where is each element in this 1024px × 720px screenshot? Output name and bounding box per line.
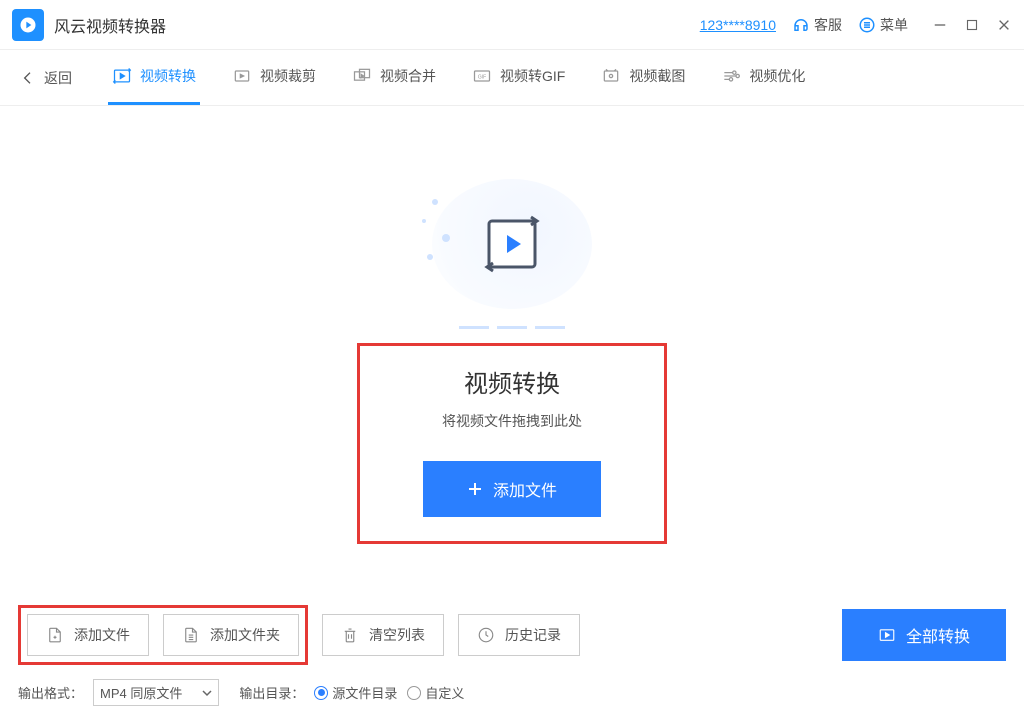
convert-all-button[interactable]: 全部转换 bbox=[842, 609, 1006, 661]
add-file-button[interactable]: 添加文件 bbox=[27, 614, 149, 656]
tab-video-screenshot[interactable]: 视频截图 bbox=[597, 50, 689, 105]
tab-label: 视频合并 bbox=[380, 66, 436, 86]
radio-checked-icon bbox=[314, 686, 328, 700]
tab-label: 视频裁剪 bbox=[260, 66, 316, 86]
radio-custom-dir[interactable]: 自定义 bbox=[407, 683, 464, 702]
button-label: 历史记录 bbox=[505, 625, 561, 645]
tab-video-crop[interactable]: 视频裁剪 bbox=[228, 50, 320, 105]
crop-icon bbox=[232, 66, 252, 86]
highlighted-buttons: 添加文件 添加文件夹 bbox=[18, 605, 308, 665]
close-button[interactable] bbox=[996, 17, 1012, 33]
file-plus-icon bbox=[46, 626, 64, 644]
add-file-hero-button[interactable]: 添加文件 bbox=[423, 461, 601, 517]
clock-icon bbox=[477, 626, 495, 644]
folder-plus-icon bbox=[182, 626, 200, 644]
history-button[interactable]: 历史记录 bbox=[458, 614, 580, 656]
app-logo bbox=[12, 9, 44, 41]
back-button[interactable]: 返回 bbox=[12, 68, 80, 88]
select-value: MP4 同原文件 bbox=[100, 683, 182, 702]
tab-video-gif[interactable]: GIF 视频转GIF bbox=[468, 50, 569, 105]
header: 风云视频转换器 123****8910 客服 菜单 bbox=[0, 0, 1024, 50]
clear-list-button[interactable]: 清空列表 bbox=[322, 614, 444, 656]
headset-icon bbox=[792, 16, 810, 34]
button-label: 添加文件夹 bbox=[210, 625, 280, 645]
tab-video-optimize[interactable]: 视频优化 bbox=[717, 50, 809, 105]
radio-unchecked-icon bbox=[407, 686, 421, 700]
menu-button[interactable]: 菜单 bbox=[858, 15, 908, 35]
support-label: 客服 bbox=[814, 15, 842, 35]
plus-icon bbox=[467, 481, 483, 497]
phone-link[interactable]: 123****8910 bbox=[700, 17, 776, 33]
tab-video-merge[interactable]: 视频合并 bbox=[348, 50, 440, 105]
hero-subtitle: 将视频文件拖拽到此处 bbox=[442, 411, 582, 431]
main-area: 视频转换 将视频文件拖拽到此处 添加文件 bbox=[0, 106, 1024, 606]
add-folder-button[interactable]: 添加文件夹 bbox=[163, 614, 299, 656]
chevron-down-icon bbox=[202, 688, 212, 698]
radio-label: 源文件目录 bbox=[332, 683, 397, 702]
bottom-bar: 添加文件 添加文件夹 清空列表 历史记录 全部转换 输出格式： MP4 同原文件… bbox=[0, 593, 1024, 720]
tab-video-convert[interactable]: 视频转换 bbox=[108, 50, 200, 105]
tab-label: 视频截图 bbox=[629, 66, 685, 86]
play-icon bbox=[878, 626, 896, 644]
output-dir-label: 输出目录： bbox=[239, 683, 304, 702]
gif-icon: GIF bbox=[472, 66, 492, 86]
button-label: 添加文件 bbox=[74, 625, 130, 645]
convert-hero-icon bbox=[477, 209, 547, 279]
optimize-icon bbox=[721, 66, 741, 86]
arrow-left-icon bbox=[20, 70, 36, 86]
radio-source-dir[interactable]: 源文件目录 bbox=[314, 683, 397, 702]
support-button[interactable]: 客服 bbox=[792, 15, 842, 35]
back-label: 返回 bbox=[44, 68, 72, 88]
merge-icon bbox=[352, 66, 372, 86]
hero-illustration bbox=[422, 169, 602, 319]
button-label: 全部转换 bbox=[906, 623, 970, 647]
minimize-button[interactable] bbox=[932, 17, 948, 33]
tab-label: 视频优化 bbox=[749, 66, 805, 86]
convert-icon bbox=[112, 66, 132, 86]
menu-label: 菜单 bbox=[880, 15, 908, 35]
menu-icon bbox=[858, 16, 876, 34]
svg-text:GIF: GIF bbox=[478, 75, 486, 81]
hero-title: 视频转换 bbox=[464, 364, 560, 399]
add-file-label: 添加文件 bbox=[493, 477, 557, 501]
screenshot-icon bbox=[601, 66, 621, 86]
maximize-button[interactable] bbox=[964, 17, 980, 33]
button-label: 清空列表 bbox=[369, 625, 425, 645]
radio-label: 自定义 bbox=[425, 683, 464, 702]
tab-bar: 返回 视频转换 视频裁剪 视频合并 GIF 视频转GIF 视频截图 视频优化 bbox=[0, 50, 1024, 106]
tab-label: 视频转GIF bbox=[500, 66, 565, 86]
tab-label: 视频转换 bbox=[140, 66, 196, 86]
output-format-select[interactable]: MP4 同原文件 bbox=[93, 679, 219, 706]
output-format-label: 输出格式： bbox=[18, 683, 83, 702]
trash-icon bbox=[341, 626, 359, 644]
app-title: 风云视频转换器 bbox=[54, 13, 166, 37]
drop-zone[interactable]: 视频转换 将视频文件拖拽到此处 添加文件 bbox=[357, 343, 667, 544]
